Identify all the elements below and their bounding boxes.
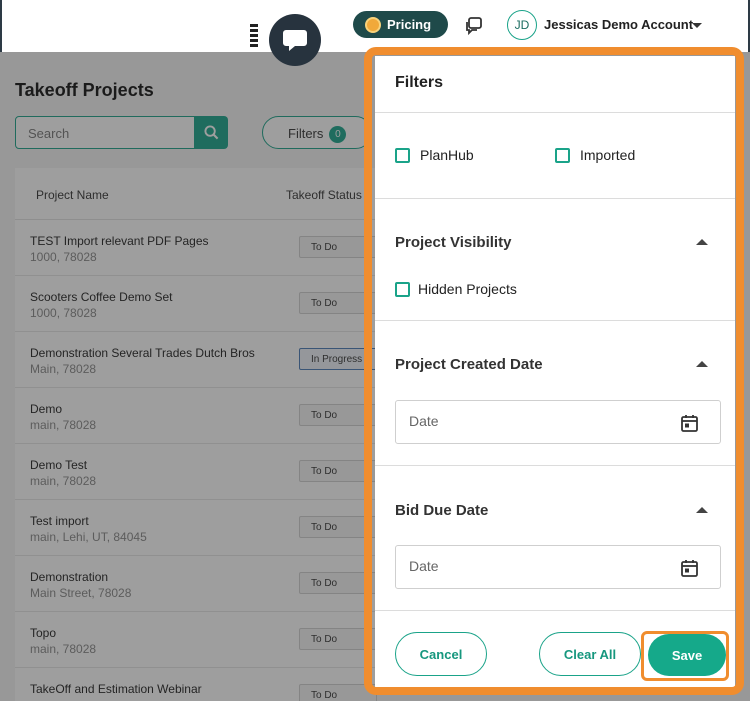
chat-icon — [283, 30, 307, 51]
pricing-label: Pricing — [387, 17, 432, 32]
hidden-projects-checkbox[interactable]: Hidden Projects — [395, 281, 517, 297]
messages-icon[interactable] — [464, 16, 484, 36]
created-date-section: Project Created Date — [375, 321, 735, 466]
planhub-label: PlanHub — [420, 147, 474, 163]
visibility-section: Project Visibility Hidden Projects — [375, 199, 735, 321]
created-date-input[interactable] — [409, 413, 659, 429]
drag-handle-icon[interactable] — [250, 24, 260, 52]
panel-title: Filters — [395, 74, 444, 91]
checkbox-icon — [395, 281, 410, 297]
hidden-projects-label: Hidden Projects — [418, 281, 517, 297]
avatar[interactable]: JD — [507, 10, 537, 40]
top-bar: Pricing JD Jessicas Demo Account — [0, 0, 750, 52]
checkbox-icon — [555, 147, 570, 163]
chevron-up-icon[interactable] — [696, 361, 708, 367]
filters-panel: Filters PlanHub Imported Project Visibil… — [375, 56, 735, 689]
calendar-icon[interactable] — [681, 559, 698, 577]
checkbox-icon — [395, 147, 410, 163]
pricing-button[interactable]: Pricing — [353, 11, 448, 38]
cancel-button[interactable]: Cancel — [395, 632, 487, 676]
clear-all-button[interactable]: Clear All — [539, 632, 641, 676]
chevron-down-icon[interactable] — [692, 23, 702, 28]
planhub-checkbox[interactable]: PlanHub — [395, 147, 474, 163]
chat-launcher-button[interactable] — [269, 14, 321, 66]
source-filter-section: PlanHub Imported — [375, 113, 735, 199]
filters-header: Filters — [375, 56, 735, 113]
save-button[interactable]: Save — [648, 634, 726, 676]
calendar-icon[interactable] — [681, 414, 698, 432]
imported-checkbox[interactable]: Imported — [555, 147, 635, 163]
coin-icon — [365, 16, 381, 33]
account-name[interactable]: Jessicas Demo Account — [544, 17, 693, 32]
created-date-field[interactable] — [395, 400, 721, 444]
chevron-up-icon[interactable] — [696, 239, 708, 245]
imported-label: Imported — [580, 147, 636, 163]
visibility-title[interactable]: Project Visibility — [395, 234, 511, 251]
bid-due-date-title[interactable]: Bid Due Date — [395, 502, 488, 519]
bid-due-date-section: Bid Due Date — [375, 466, 735, 611]
created-date-title[interactable]: Project Created Date — [395, 356, 543, 373]
chevron-up-icon[interactable] — [696, 507, 708, 513]
bid-due-date-field[interactable] — [395, 545, 721, 589]
bid-due-date-input[interactable] — [409, 558, 659, 574]
